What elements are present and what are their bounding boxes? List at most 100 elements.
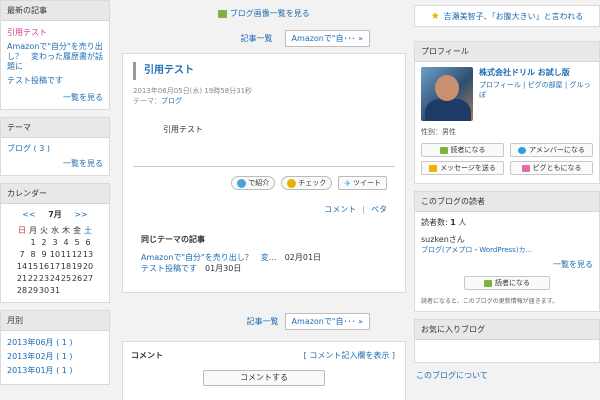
calendar-day: 17 [49,261,61,271]
write-comment-button[interactable]: コメントする [203,370,325,386]
action-separator: | [362,205,365,214]
avatar-shirt [425,99,471,121]
comment-link[interactable]: コメント [324,205,356,214]
left-sidebar: 最新の記事 引用テスト Amazonで"自分"を売り出し？ 変わった履歴書が話題… [0,0,110,392]
article-list-link[interactable]: 記事一覧 [241,33,273,44]
same-theme-header: 同じテーマの記事 [141,235,205,244]
become-reader-label-2: 読者になる [495,279,530,287]
calendar-day: 9 [41,249,47,259]
article-body: 引用テスト [163,125,203,134]
next-article-button[interactable]: Amazonで"自･･･ » [284,312,370,330]
favorites-body [415,340,599,362]
reader-blog-link[interactable]: ブログ(アメプロ・WordPress)カ… [421,245,593,255]
profile-header: プロフィール [415,42,599,62]
envelope-icon [429,164,438,172]
calendar-day: 21 [16,273,28,283]
monthly-archive-link[interactable]: 2013年06月 ( 1 ) [7,336,103,350]
article-theme-link[interactable]: ブログ [161,97,182,105]
avatar-face [435,75,459,101]
calendar-day: 12 [71,249,83,259]
weekday-label: 日 [18,225,26,235]
weekday-label: 土 [84,225,92,235]
calendar-day: 19 [71,261,83,271]
next-article-button[interactable]: Amazonで"自･･･ » [284,29,370,47]
article: 引用テスト 2013年06月05日(水) 19時58分31秒 テーマ：ブログ 引… [122,53,406,293]
article-date: 2013年06月05日(水) 19時58分31秒 [133,87,253,95]
profile-links[interactable]: プロフィール | ピグの部屋 | グルっぽ [479,80,593,100]
weekday-label: 木 [62,225,70,235]
article-meta: 2013年06月05日(水) 19時58分31秒 テーマ：ブログ [133,86,395,106]
same-theme-link[interactable]: テスト投稿です [141,264,197,273]
amember-icon [518,146,527,154]
become-amember-label: アメンバーになる [529,146,585,154]
calendar-day: 13 [82,249,94,259]
check-icon [287,178,297,188]
top-pager: 記事一覧 Amazonで"自･･･ » [122,26,406,50]
monthly-header: 月別 [1,311,109,331]
calendar-day: 22 [27,273,39,283]
send-message-label: メッセージを送る [440,164,496,172]
theme-header: テーマ [1,118,109,138]
calendar-grid: 日 月 火 水 木 金 土 1 2 3 4 5 6 7 8 9 10 11 12… [17,224,94,296]
pigg-icon [521,164,530,172]
recent-post-link[interactable]: Amazonで"自分"を売り出し？ 変わった履歴書が話題に [7,40,103,74]
book-icon [484,279,492,287]
recent-post-link[interactable]: 引用テスト [7,26,103,40]
become-reader-button[interactable]: 読者になる [421,143,504,157]
recent-more-link[interactable]: 一覧を見る [7,92,103,103]
avatar[interactable] [421,67,473,121]
cheer-text: 吉瀬美智子、「お腹大きい」と言われる [443,11,584,21]
calendar-day [17,236,28,248]
pigg-friend-button[interactable]: ピグともになる [510,161,593,175]
weekday-label: 月 [29,225,37,235]
readers-more-link[interactable]: 一覧を見る [421,259,593,270]
intro-share-button[interactable]: で紹介 [231,176,276,190]
same-theme-date: 01月30日 [205,264,242,273]
theme-more-link[interactable]: 一覧を見る [7,158,103,169]
calendar-month: 7月 [48,210,62,219]
recent-post-link[interactable]: テスト投稿です [7,74,103,88]
calendar-day: 11 [60,249,72,259]
monthly-archive-link[interactable]: 2013年01月 ( 1 ) [7,364,103,378]
calendar-next-link[interactable]: >> [74,210,87,219]
favorites-box: お気に入りブログ [414,319,600,363]
article-divider [133,166,395,167]
image-icon [218,9,228,18]
star-icon: ★ [430,10,440,22]
calendar-prev-link[interactable]: << [22,210,35,219]
calendar-day: 6 [85,237,91,247]
image-list-link[interactable]: ブログ画像一覧を見る [230,9,310,18]
peta-link[interactable]: ペタ [371,205,387,214]
calendar-day [61,284,72,296]
readers-box: このブログの読者 読者数: 1 人 suzkenさん ブログ(アメプロ・Word… [414,191,600,312]
theme-item-link[interactable]: ブログ ( 3 ) [7,143,103,154]
recent-posts-list: 引用テスト Amazonで"自分"を売り出し？ 変わった履歴書が話題に テスト投… [7,26,103,88]
show-comment-form-link[interactable]: [ コメント記入欄を表示 ] [304,350,395,361]
become-amember-button[interactable]: アメンバーになる [510,143,593,157]
send-message-button[interactable]: メッセージを送る [421,161,504,175]
theme-label: テーマ： [133,97,161,105]
calendar-day: 25 [60,273,72,283]
calendar-day: 16 [38,261,50,271]
calendar-week-row: 28 29 30 31 [17,284,94,296]
readers-count-suffix: 人 [458,218,467,227]
monthly-box: 月別 2013年06月 ( 1 ) 2013年02月 ( 1 ) 2013年01… [0,310,110,385]
tweet-button[interactable]: ✈ ツイート [338,176,387,190]
check-share-button[interactable]: チェック [281,176,333,190]
same-theme-link[interactable]: Amazonで"自分"を売り出し？ 変… [141,253,277,262]
calendar-day: 4 [63,237,69,247]
about-blog-link[interactable]: このブログについて [414,370,600,381]
calendar-day [83,284,94,296]
article-title[interactable]: 引用テスト [133,62,395,80]
become-reader-button-2[interactable]: 読者になる [464,276,550,290]
profile-name[interactable]: 株式会社ドリル お試し版 [479,67,593,78]
monthly-archive-link[interactable]: 2013年02月 ( 1 ) [7,350,103,364]
profile-row: 株式会社ドリル お試し版 プロフィール | ピグの部屋 | グルっぽ [421,67,593,121]
article-list-link[interactable]: 記事一覧 [247,316,279,327]
calendar-day: 24 [49,273,61,283]
cheer-banner[interactable]: ★ 吉瀬美智子、「お腹大きい」と言われる [414,5,600,27]
same-theme-date: 02月01日 [284,253,322,262]
calendar-day: 28 [16,285,28,295]
calendar-day: 18 [60,261,72,271]
become-reader-label: 読者になる [450,146,486,154]
